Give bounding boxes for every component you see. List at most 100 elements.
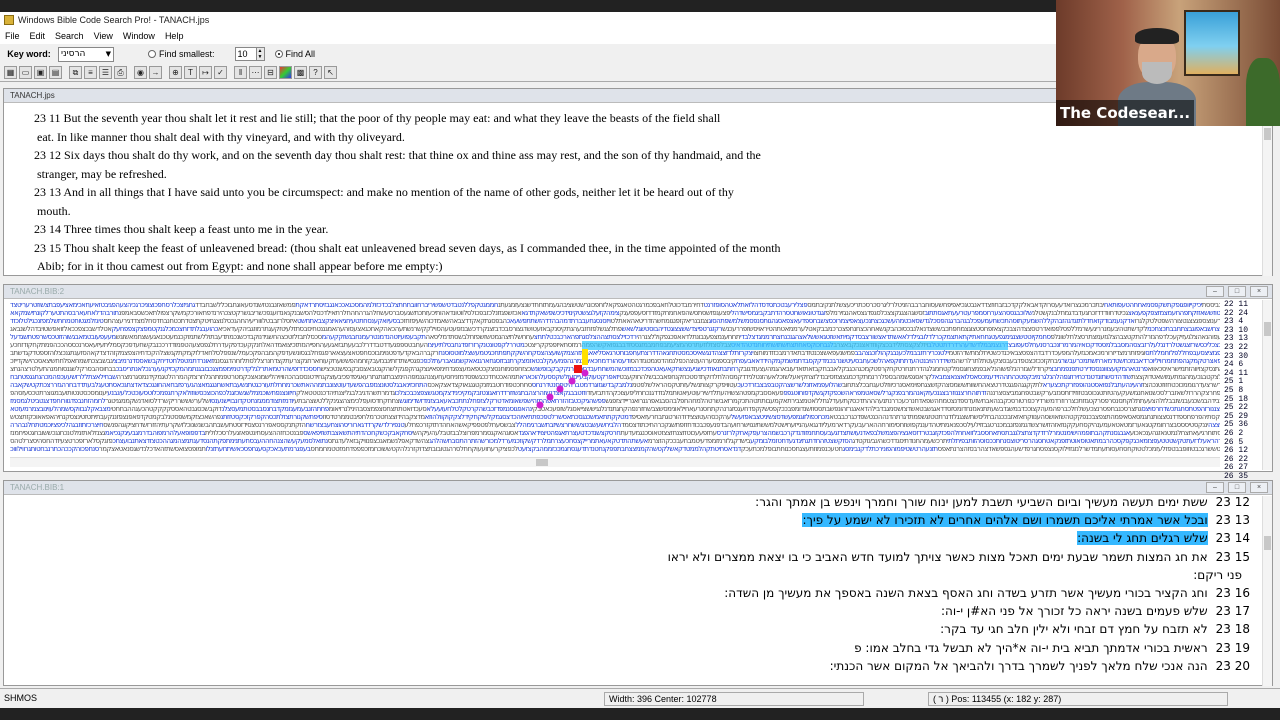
figure-cap	[1135, 28, 1179, 44]
hebrew-verse-line: 23 20 הנה אנכי שלח מלאך לפניך לשמרך בדרך …	[668, 657, 1250, 675]
english-verse-line: Abib; for in it thou camest out from Egy…	[37, 259, 443, 273]
verse-text: ראשית בכורי אדמתך תביא בית י-וה א*היך לא…	[854, 640, 1208, 655]
status-bar: SHMOS Width: 396 Center: 102778 ( ר ) Po…	[0, 688, 1280, 708]
menu-window[interactable]: Window	[118, 31, 160, 41]
pointer-help-icon[interactable]: ↖	[324, 66, 337, 79]
verse-text: הנה אנכי שלח מלאך לפניך לשמרך בדרך ולהבי…	[829, 658, 1208, 673]
maximize-icon[interactable]: □	[1228, 482, 1246, 493]
desktop-bottom-strip	[0, 708, 1280, 720]
magenta-marker	[568, 377, 576, 385]
menu-file[interactable]: File	[0, 31, 25, 41]
matrix-verse-references: 22 11 22 24 23 4 23 10 23 13 23 22 23 30 24 6 24…	[1224, 300, 1260, 481]
magenta-marker	[581, 369, 589, 377]
hebrew-text-pane: TANACH.BIB:1 – □ × 23 12 ששת ימים תעשה מע…	[3, 480, 1273, 686]
english-verse-line: 23 15 Thou shalt keep the feast of unlea…	[34, 240, 781, 255]
find-icon[interactable]: ◉	[134, 66, 147, 79]
video-participant-tile[interactable]: The Codesear...	[1056, 0, 1280, 126]
verse-reference: 23 18	[1215, 622, 1250, 637]
status-book: SHMOS	[4, 692, 38, 703]
pane-title-text: TANACH.BIB:1	[10, 483, 65, 492]
matrix-scrollbar[interactable]	[1262, 300, 1272, 470]
plant	[1246, 58, 1280, 126]
find-smallest-input[interactable]: 10	[234, 47, 257, 61]
find-smallest-label: Find smallest:	[159, 49, 215, 59]
keyword-select[interactable]: הרסיני ▼	[58, 46, 114, 62]
open-icon[interactable]: ▭	[19, 66, 32, 79]
hebrew-verse-line: 23 17 שלש פעמים בשנה יראה כל זכורך אל פני…	[668, 602, 1250, 620]
hebrew-verse-line: 23 16 וחג הקציר בכורי מעשיך אשר תזרע בשדה…	[668, 584, 1250, 602]
chevron-down-icon[interactable]: ▼	[106, 50, 111, 58]
spin-stepper[interactable]: ▲ ▼	[256, 47, 265, 61]
verse-text: שלש רגלים תחג לי בשנה:	[1077, 531, 1208, 546]
grid-icon[interactable]: ▦	[4, 66, 17, 79]
english-verse-line: stranger, may be refreshed.	[37, 166, 167, 181]
scroll-thumb[interactable]	[1264, 536, 1271, 550]
cyan-row-highlight	[582, 341, 1008, 350]
english-scrollbar[interactable]	[1262, 104, 1272, 276]
red-marker	[574, 365, 582, 373]
color-icon[interactable]	[279, 66, 292, 79]
dots-icon[interactable]: ⋯	[249, 66, 262, 79]
pane-title-text: TANACH.jps	[10, 91, 55, 100]
english-verses: 23 11 But the seventh year thou shalt le…	[34, 109, 781, 276]
help-icon[interactable]: ?	[309, 66, 322, 79]
align-icon[interactable]: ‖	[234, 66, 247, 79]
maximize-icon[interactable]: □	[1228, 286, 1246, 297]
letter-matrix-pane: TANACH.BIB:2 – □ × כמגוילברמיזצסבכוסדמכד…	[3, 284, 1273, 480]
hebrew-verse-line: 23 14 שלש רגלים תחג לי בשנה:	[668, 529, 1250, 547]
hebrew-scrollbar[interactable]	[1262, 496, 1272, 686]
menu-view[interactable]: View	[89, 31, 118, 41]
menu-help[interactable]: Help	[160, 31, 189, 41]
english-verse-line: mouth.	[37, 203, 71, 218]
verse-reference: 23 14	[1215, 531, 1250, 546]
print-preview-icon[interactable]: ▤	[49, 66, 62, 79]
verse-text: שלש פעמים בשנה יראה כל זכורך אל פני הא#ן…	[940, 604, 1208, 619]
match-icon[interactable]: ✓	[214, 66, 227, 79]
menu-edit[interactable]: Edit	[25, 31, 51, 41]
verse-reference: 23 20	[1215, 658, 1250, 673]
copy-icon[interactable]: ⧉	[69, 66, 82, 79]
find-all-label: Find All	[285, 49, 316, 59]
palette-icon[interactable]: ▩	[294, 66, 307, 79]
scroll-thumb[interactable]	[1264, 128, 1271, 140]
status-position: ( ר ) Pos: 113455 (x: 182 y: 287)	[928, 691, 1228, 706]
verse-text: פני ריקם:	[1193, 567, 1242, 582]
list-icon[interactable]: ≡	[84, 66, 97, 79]
skip-icon[interactable]: ↦	[199, 66, 212, 79]
english-verse-line: eat. In like manner thou shalt deal with…	[37, 129, 405, 144]
close-icon[interactable]: ×	[1250, 286, 1268, 297]
verse-text: ששת ימים תעשה מעשיך וביום השביעי תשבת למ…	[755, 495, 1208, 509]
zoom-text-icon[interactable]: T	[184, 66, 197, 79]
zoom-icon[interactable]: ⊕	[169, 66, 182, 79]
close-icon[interactable]: ×	[1250, 482, 1268, 493]
letter-matrix[interactable]: כמגוילברמיזצסבכוסדמכדבשתגיתהימזדתיומחדצח…	[10, 301, 1220, 454]
find-all-radio[interactable]: Find All	[274, 49, 316, 59]
find-smallest-radio[interactable]: Find smallest:	[148, 49, 215, 59]
english-verse-line: 23 11 But the seventh year thou shalt le…	[34, 111, 721, 125]
window-controls: – □ ×	[1202, 286, 1268, 297]
hscroll-thumb[interactable]	[536, 459, 548, 466]
magenta-marker	[536, 401, 544, 409]
window-controls: – □ ×	[1202, 482, 1268, 493]
english-verse-line: 23 13 And in all things that I have said…	[34, 185, 734, 199]
verse-text: לא תזבח על חמץ דם זבחי ולא ילין חלב חגי …	[940, 622, 1208, 637]
hebrew-verse-line: 23 19 ראשית בכורי אדמתך תביא בית י-וה א*ה…	[668, 639, 1250, 657]
print-icon[interactable]: ⎙	[114, 66, 127, 79]
radio-on-icon	[274, 50, 283, 58]
hebrew-verse-line: 23 15 את חג המצות תשמר שבעת ימים תאכל מצו…	[668, 548, 1250, 566]
scroll-thumb[interactable]	[1264, 322, 1271, 336]
arrow-icon[interactable]: →	[149, 66, 162, 79]
minimize-icon[interactable]: –	[1206, 286, 1224, 297]
matrix-hscrollbar[interactable]	[10, 457, 1220, 467]
verse-reference: 23 12	[1215, 495, 1250, 509]
save-icon[interactable]: ▣	[34, 66, 47, 79]
hebrew-verse-line: 23 13 ובכל אשר אמרתי אליכם תשמרו ושם אלהי…	[668, 511, 1250, 529]
minimize-icon[interactable]: –	[1206, 482, 1224, 493]
magenta-marker	[546, 393, 554, 401]
hebrew-verses: 23 12 ששת ימים תעשה מעשיך וביום השביעי תש…	[668, 493, 1250, 675]
indent-icon[interactable]: ☰	[99, 66, 112, 79]
binary-icon[interactable]: ⊟	[264, 66, 277, 79]
verse-reference: 23 17	[1215, 604, 1250, 619]
verse-reference: 23 19	[1215, 640, 1250, 655]
menu-search[interactable]: Search	[50, 31, 89, 41]
